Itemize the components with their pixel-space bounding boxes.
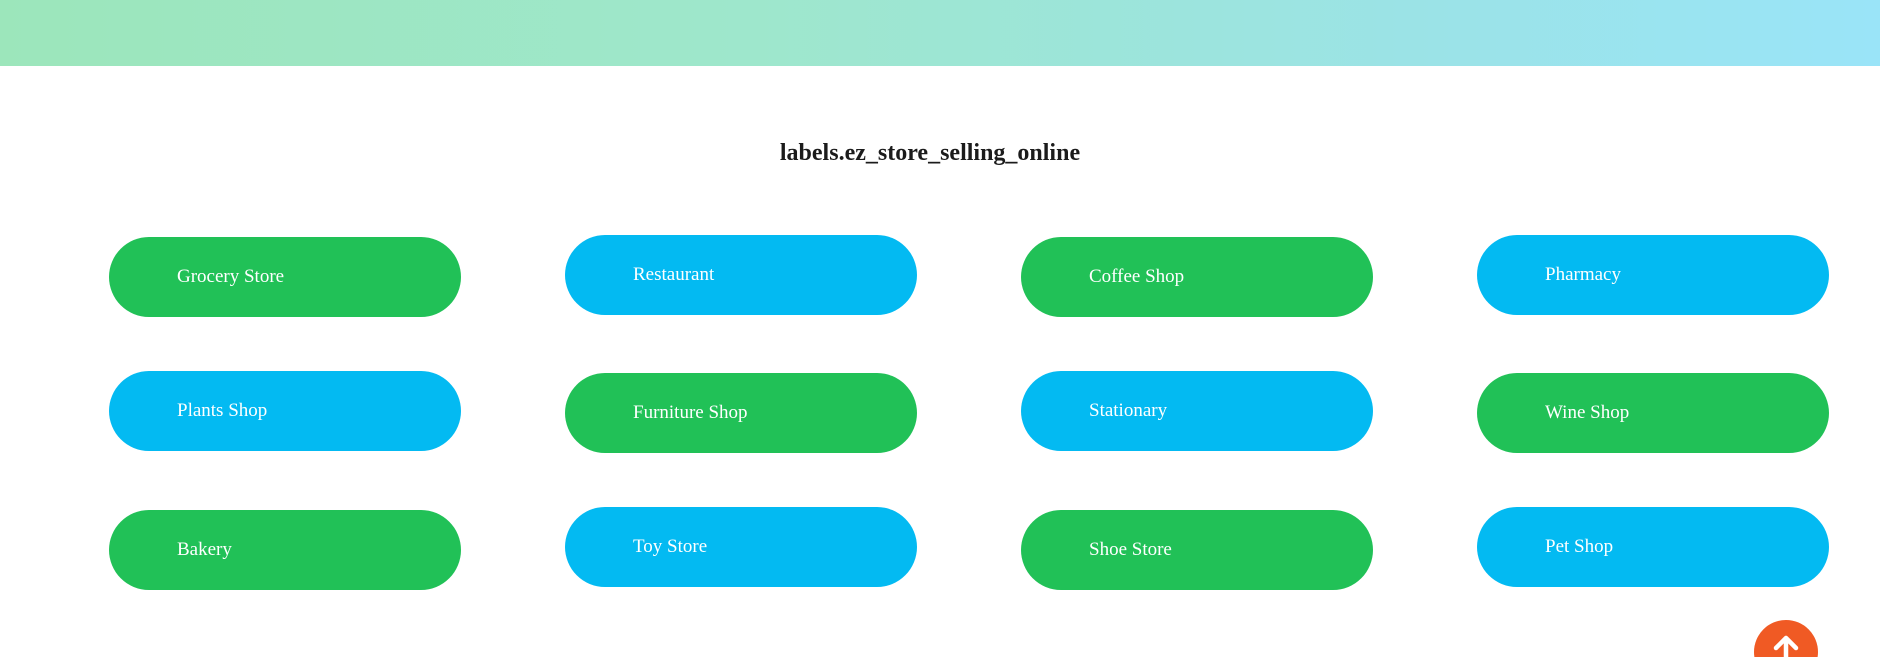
page: labels.ez_store_selling_online Grocery S… (0, 0, 1898, 657)
store-type-label: Wine Shop (1545, 402, 1630, 423)
section-title: labels.ez_store_selling_online (779, 140, 1081, 166)
scroll-to-top-button[interactable] (1754, 620, 1818, 657)
header-gradient-band (0, 0, 1880, 66)
store-type-plants-shop[interactable]: Plants Shop (109, 371, 461, 451)
store-type-bakery[interactable]: Bakery (109, 510, 461, 590)
scrollbar-gutter (1880, 0, 1898, 657)
store-type-label: Pet Shop (1545, 536, 1614, 557)
store-type-wine-shop[interactable]: Wine Shop (1477, 373, 1829, 453)
store-type-pet-shop[interactable]: Pet Shop (1477, 507, 1829, 587)
store-type-label: Pharmacy (1545, 264, 1621, 285)
store-type-coffee-shop[interactable]: Coffee Shop (1021, 237, 1373, 317)
store-type-grocery-store[interactable]: Grocery Store (109, 237, 461, 317)
store-type-toy-store[interactable]: Toy Store (565, 507, 917, 587)
store-type-label: Toy Store (633, 536, 708, 557)
store-type-label: Plants Shop (177, 400, 268, 421)
store-type-shoe-store[interactable]: Shoe Store (1021, 510, 1373, 590)
store-type-label: Coffee Shop (1089, 266, 1185, 287)
store-type-label: Restaurant (633, 264, 715, 285)
store-type-restaurant[interactable]: Restaurant (565, 235, 917, 315)
store-type-label: Grocery Store (177, 266, 285, 287)
store-type-label: Stationary (1089, 400, 1168, 421)
store-type-stationary[interactable]: Stationary (1021, 371, 1373, 451)
store-type-label: Furniture Shop (633, 402, 748, 423)
store-type-label: Shoe Store (1089, 539, 1172, 560)
store-type-furniture-shop[interactable]: Furniture Shop (565, 373, 917, 453)
arrow-up-icon (1773, 635, 1799, 657)
store-type-pharmacy[interactable]: Pharmacy (1477, 235, 1829, 315)
store-type-label: Bakery (177, 539, 232, 560)
